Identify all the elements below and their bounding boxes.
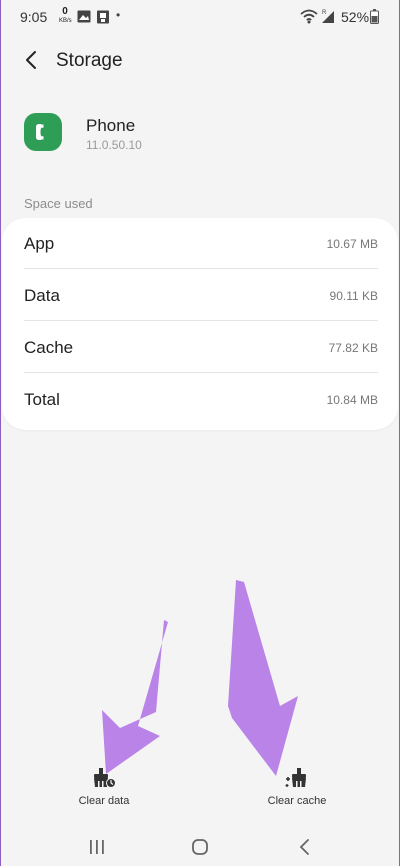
recent-apps-icon[interactable] bbox=[82, 832, 112, 862]
home-icon[interactable] bbox=[185, 832, 215, 862]
app-name: Phone bbox=[86, 116, 136, 135]
storage-row-total: Total 10.84 MB bbox=[24, 374, 378, 426]
storage-row-cache: Cache 77.82 KB bbox=[24, 322, 378, 374]
storage-row-app: App 10.67 MB bbox=[24, 218, 378, 270]
back-nav-icon[interactable] bbox=[290, 832, 320, 862]
row-value: 77.82 KB bbox=[328, 341, 378, 355]
app-version: 11.0.50.10 bbox=[86, 138, 142, 152]
wifi-icon bbox=[300, 9, 318, 24]
status-time: 9:05 bbox=[20, 9, 48, 25]
download-app-icon bbox=[97, 10, 109, 24]
clear-cache-icon bbox=[285, 768, 306, 787]
net-speed-indicator: 0 KB/s bbox=[59, 6, 72, 25]
row-value: 10.67 MB bbox=[326, 237, 378, 251]
clear-data-button[interactable]: Clear data bbox=[44, 767, 164, 807]
row-label: Cache bbox=[24, 338, 74, 357]
net-speed-unit: KB/s bbox=[59, 18, 72, 24]
annotation-arrow-left bbox=[102, 620, 168, 774]
clear-data-label: Clear data bbox=[78, 795, 130, 807]
gallery-icon bbox=[77, 10, 91, 23]
storage-row-data: Data 90.11 KB bbox=[24, 270, 378, 322]
row-value: 10.84 MB bbox=[326, 393, 378, 407]
row-label: App bbox=[24, 234, 55, 253]
storage-card: App 10.67 MB Data 90.11 KB Cache 77.82 K… bbox=[2, 218, 398, 430]
clear-data-icon bbox=[94, 768, 116, 788]
app-bar: Storage bbox=[0, 42, 400, 78]
svg-text:R: R bbox=[322, 10, 327, 16]
divider bbox=[24, 372, 378, 373]
phone-handset-icon bbox=[36, 124, 44, 140]
page-title: Storage bbox=[56, 50, 123, 71]
net-speed-value: 0 bbox=[62, 6, 68, 17]
row-label: Total bbox=[24, 390, 60, 409]
divider bbox=[24, 268, 378, 269]
battery-percent: 52% bbox=[341, 9, 370, 25]
phone-app-icon bbox=[24, 113, 62, 151]
status-bar: 9:05 0 KB/s • R 52% bbox=[0, 0, 400, 34]
row-value: 90.11 KB bbox=[329, 289, 378, 303]
divider bbox=[24, 320, 378, 321]
battery-icon bbox=[370, 9, 379, 24]
navigation-bar bbox=[0, 832, 400, 866]
space-used-label: Space used bbox=[24, 196, 93, 211]
annotation-arrow-right bbox=[228, 580, 298, 776]
clear-cache-button[interactable]: Clear cache bbox=[237, 767, 357, 807]
back-arrow-icon[interactable] bbox=[20, 48, 44, 72]
signal-icon: R bbox=[322, 10, 334, 23]
notification-dot: • bbox=[116, 8, 121, 22]
row-label: Data bbox=[24, 286, 60, 305]
clear-cache-label: Clear cache bbox=[267, 795, 327, 807]
